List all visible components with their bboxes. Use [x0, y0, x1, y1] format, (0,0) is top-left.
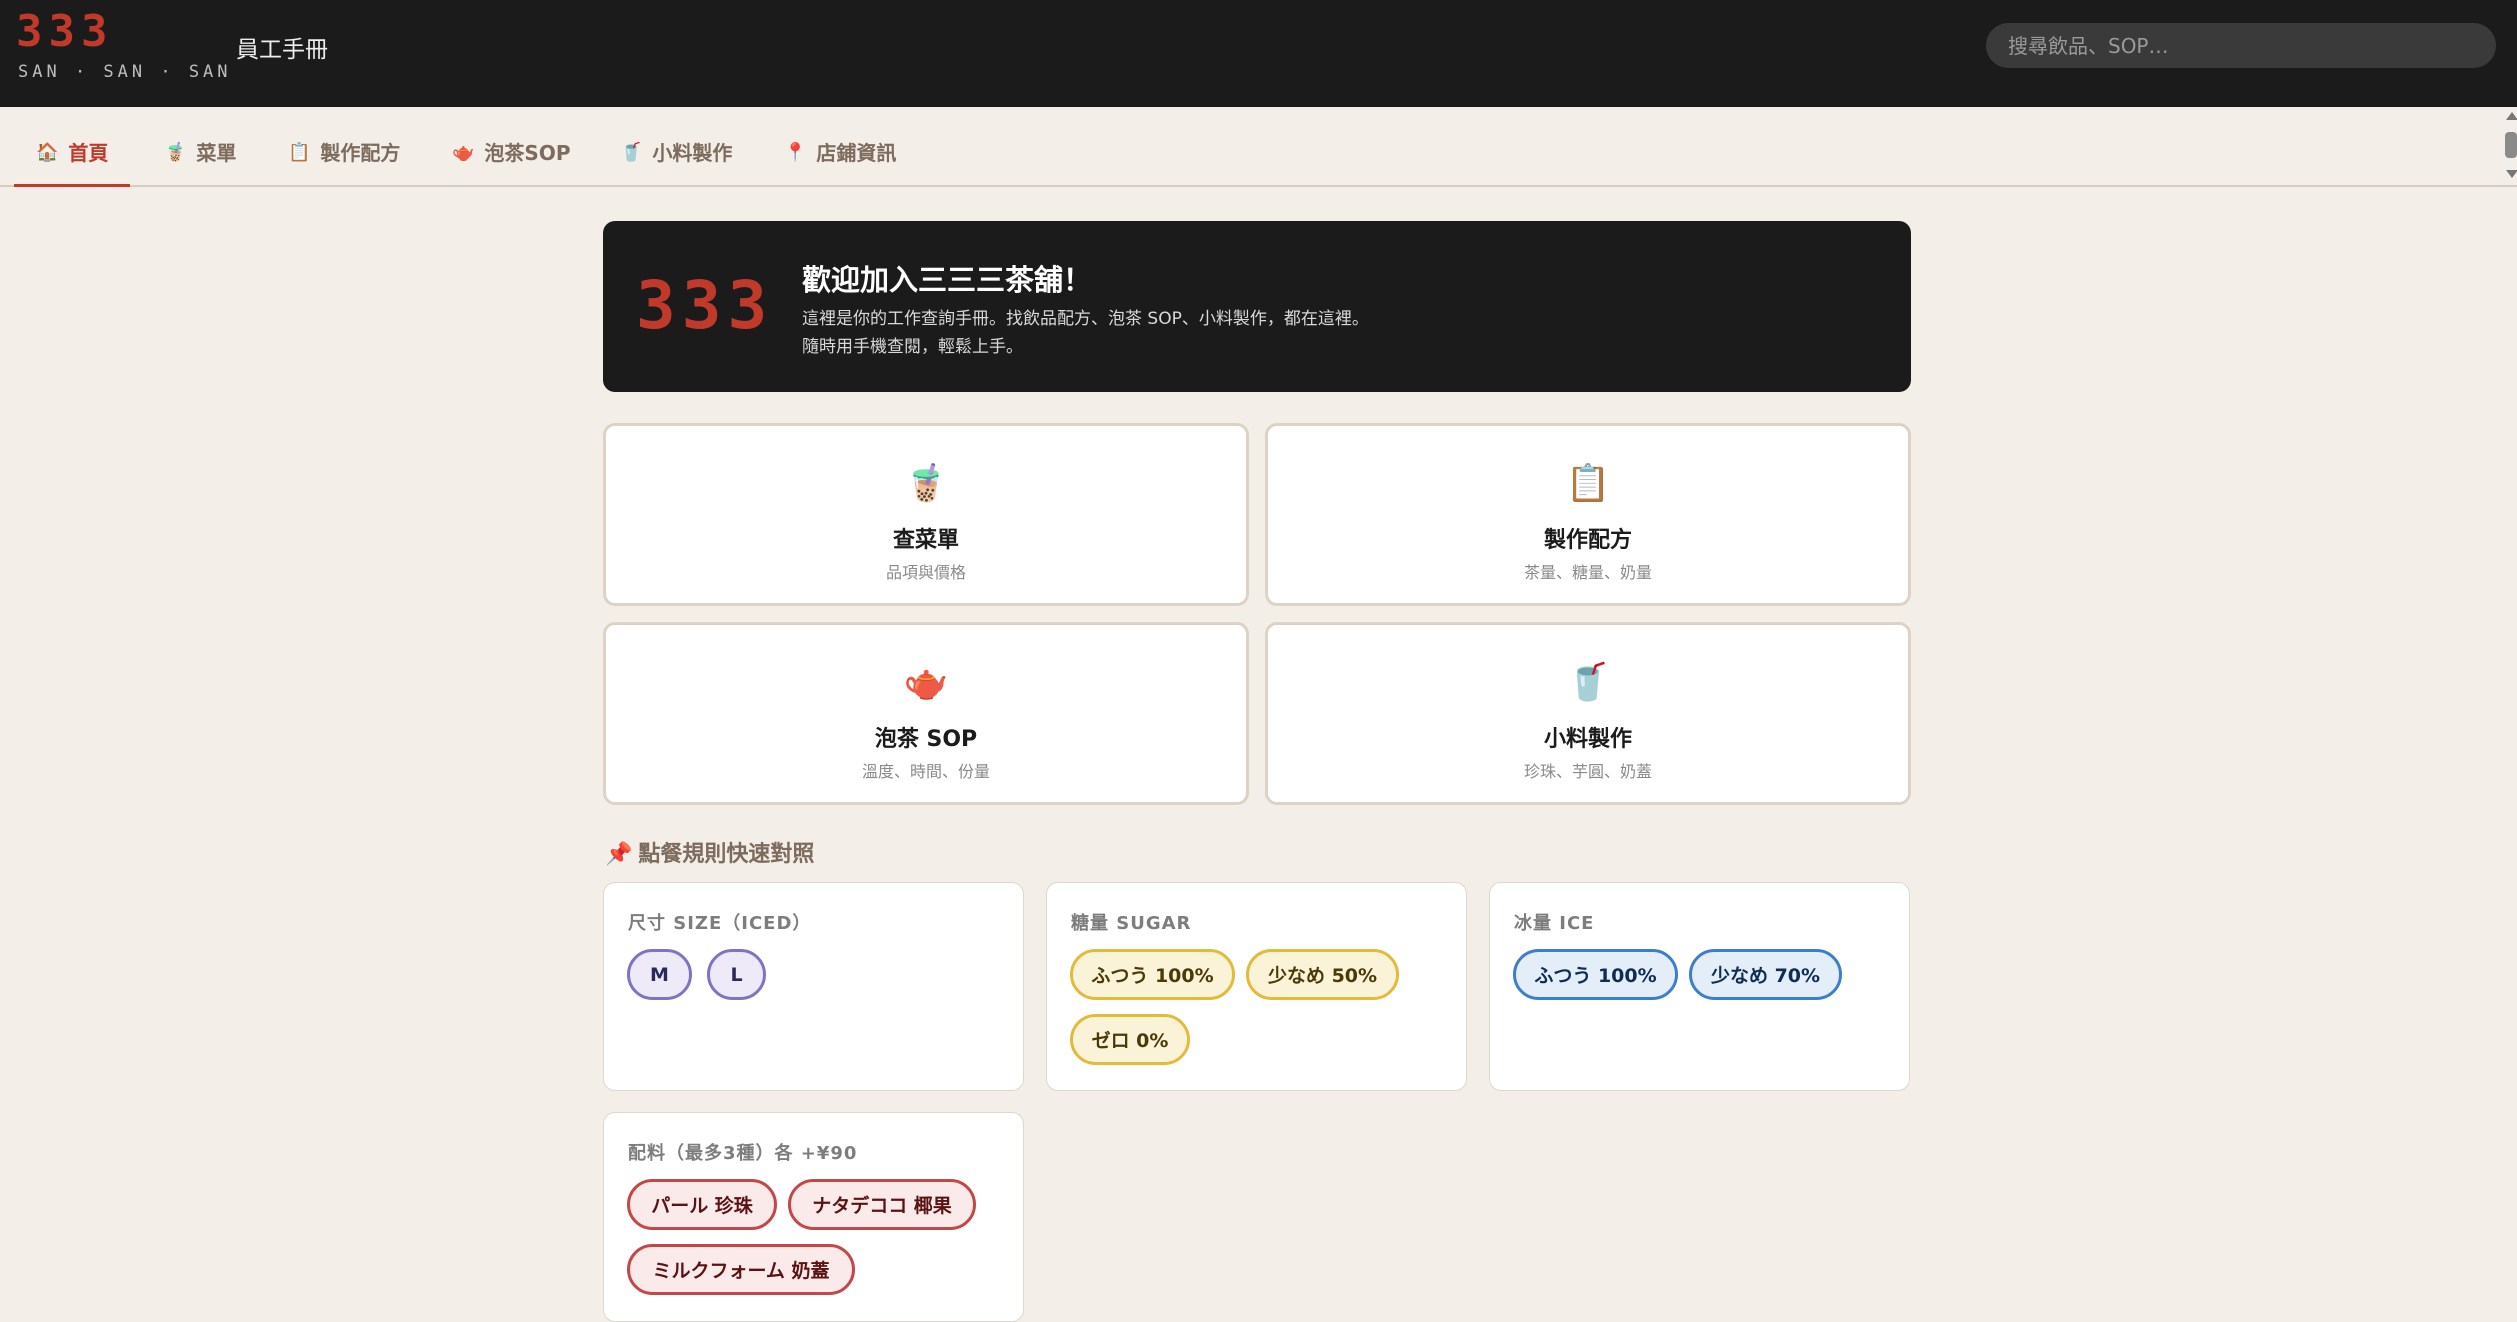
quick-card-title: 製作配方: [1543, 528, 1632, 553]
tab-label: 小料製作: [652, 141, 733, 165]
topping-chip: パール 珍珠: [627, 1179, 777, 1230]
rule-label: 尺寸 SIZE（ICED）: [628, 913, 812, 934]
brand-subtitle: SAN · SAN · SAN: [18, 62, 232, 82]
tab-tea-sop[interactable]: 🫖 泡茶SOP: [430, 141, 593, 187]
scroll-thumb[interactable]: [2505, 132, 2517, 158]
tab-recipes[interactable]: 📋 製作配方: [266, 141, 422, 187]
quick-card-tea-sop[interactable]: 🫖 泡茶 SOP 溫度、時間、份量: [603, 622, 1249, 805]
quick-card-subtitle: 溫度、時間、份量: [861, 762, 990, 781]
topping-chip: ミルクフォーム 奶蓋: [627, 1244, 855, 1295]
ice-chip: 少なめ 70%: [1689, 949, 1842, 1000]
size-chip: M: [627, 949, 692, 1000]
bubble-tea-icon: 🧋: [164, 142, 187, 163]
brand-logo-number[interactable]: 333: [16, 6, 113, 57]
rule-label: 配料（最多3種）各 +¥90: [628, 1143, 858, 1164]
size-chip: L: [707, 949, 766, 1000]
quick-card-toppings[interactable]: 🥤 小料製作 珍珠、芋圓、奶蓋: [1265, 622, 1911, 805]
tab-label: 製作配方: [320, 141, 401, 165]
tab-label: 首頁: [68, 141, 109, 165]
tab-label: 泡茶SOP: [484, 141, 571, 165]
hero-desc-line: 隨時用手機查閱，輕鬆上手。: [802, 337, 1023, 357]
rules-section-title: 📌 點餐規則快速對照: [605, 836, 814, 868]
teapot-icon: 🫖: [903, 662, 949, 703]
hero-title: 歡迎加入三三三茶舖！: [802, 263, 1093, 297]
bubble-tea-icon: 🧋: [903, 463, 949, 504]
top-bar: 333 SAN · SAN · SAN 員工手冊: [0, 0, 2517, 107]
sugar-chip: ふつう 100%: [1070, 949, 1235, 1000]
location-pin-icon: 📍: [784, 142, 807, 163]
clipboard-icon: 📋: [1565, 463, 1611, 504]
topping-chip: ナタデココ 椰果: [788, 1179, 976, 1230]
welcome-banner: 333 歡迎加入三三三茶舖！ 這裡是你的工作查詢手冊。找飲品配方、泡茶 SOP、…: [603, 221, 1911, 392]
ice-chip: ふつう 100%: [1513, 949, 1678, 1000]
scroll-down-icon[interactable]: [2506, 170, 2517, 178]
quick-card-subtitle: 品項與價格: [885, 563, 966, 582]
hero-description: 這裡是你的工作查詢手冊。找飲品配方、泡茶 SOP、小料製作，都在這裡。 隨時用手…: [802, 305, 1852, 361]
tab-menu[interactable]: 🧋 菜單: [142, 141, 258, 187]
clipboard-icon: 📋: [288, 142, 311, 163]
quick-card-menu[interactable]: 🧋 查菜單 品項與價格: [603, 423, 1249, 606]
quick-card-title: 查菜單: [892, 528, 959, 553]
pushpin-icon: 📌: [605, 842, 633, 867]
quick-card-subtitle: 茶量、糖量、奶量: [1523, 563, 1652, 582]
search-input[interactable]: [1986, 23, 2496, 68]
hero-desc-line: 這裡是你的工作查詢手冊。找飲品配方、泡茶 SOP、小料製作，都在這裡。: [802, 309, 1369, 329]
rule-card-sugar: 糖量 SUGAR ふつう 100% 少なめ 50% ゼロ 0%: [1046, 882, 1467, 1091]
tab-toppings[interactable]: 🥤 小料製作: [598, 141, 754, 187]
rule-card-ice: 冰量 ICE ふつう 100% 少なめ 70%: [1489, 882, 1910, 1091]
tab-store-info[interactable]: 📍 店鋪資訊: [762, 141, 918, 187]
section-title-text: 點餐規則快速對照: [638, 842, 815, 867]
cup-icon: 🥤: [1565, 662, 1611, 703]
rule-label: 糖量 SUGAR: [1071, 913, 1192, 934]
sugar-chip: ゼロ 0%: [1070, 1014, 1190, 1065]
tab-label: 菜單: [196, 141, 237, 165]
tab-label: 店鋪資訊: [816, 141, 897, 165]
tab-bar: 🏠 首頁 🧋 菜單 📋 製作配方 🫖 泡茶SOP 🥤 小料製作 📍 店鋪資訊: [0, 107, 2517, 187]
quick-card-recipes[interactable]: 📋 製作配方 茶量、糖量、奶量: [1265, 423, 1911, 606]
quick-card-title: 泡茶 SOP: [874, 727, 978, 752]
quick-card-title: 小料製作: [1543, 727, 1632, 752]
cup-icon: 🥤: [620, 142, 643, 163]
sugar-chip: 少なめ 50%: [1246, 949, 1399, 1000]
rule-label: 冰量 ICE: [1514, 913, 1595, 934]
rule-card-size: 尺寸 SIZE（ICED） M L: [603, 882, 1024, 1091]
app-title: 員工手冊: [236, 37, 328, 63]
teapot-icon: 🫖: [452, 142, 475, 163]
house-icon: 🏠: [36, 142, 59, 163]
rule-card-toppings: 配料（最多3種）各 +¥90 パール 珍珠 ナタデココ 椰果 ミルクフォーム 奶…: [603, 1112, 1024, 1322]
tab-scrollbar[interactable]: [2503, 112, 2517, 178]
hero-logo-number: 333: [636, 267, 774, 344]
quick-card-subtitle: 珍珠、芋圓、奶蓋: [1523, 762, 1652, 781]
scroll-up-icon[interactable]: [2506, 112, 2517, 120]
tab-home[interactable]: 🏠 首頁: [14, 141, 131, 187]
